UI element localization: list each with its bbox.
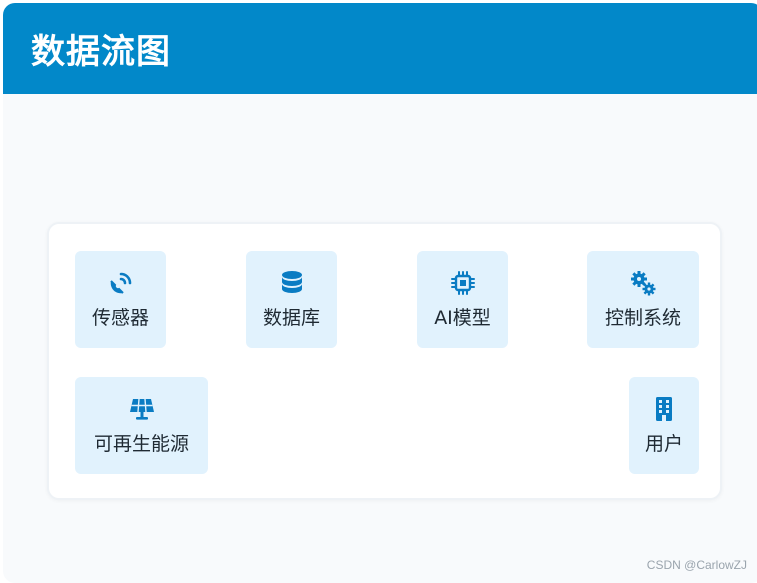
- node-label: 用户: [644, 433, 683, 455]
- building-icon: [656, 397, 672, 421]
- node-label: AI模型: [434, 307, 491, 329]
- satellite-dish-icon: [109, 272, 131, 294]
- node-label: 传感器: [91, 307, 149, 329]
- node-control-system[interactable]: 控制系统: [587, 251, 699, 348]
- gears-icon: [631, 271, 656, 296]
- node-label: 数据库: [262, 307, 320, 329]
- node-label: 控制系统: [604, 307, 681, 329]
- node-renewable-energy[interactable]: 可再生能源: [75, 377, 208, 474]
- solar-panel-icon: [129, 398, 154, 420]
- diagram-card: 数据流图 传感器 数据库 AI模型 控制系统 可再生能源 用户: [3, 3, 757, 583]
- node-user[interactable]: 用户: [629, 377, 699, 474]
- header: 数据流图: [3, 3, 757, 94]
- node-ai-model[interactable]: AI模型: [417, 251, 508, 348]
- node-label: 可再生能源: [93, 433, 189, 455]
- node-sensor[interactable]: 传感器: [75, 251, 166, 348]
- node-database[interactable]: 数据库: [246, 251, 337, 348]
- diagram-panel: 传感器 数据库 AI模型 控制系统 可再生能源 用户: [47, 222, 722, 500]
- watermark: CSDN @CarlowZJ: [646, 558, 747, 572]
- page-title: 数据流图: [31, 32, 171, 72]
- microchip-icon: [450, 271, 475, 295]
- database-icon: [281, 271, 302, 293]
